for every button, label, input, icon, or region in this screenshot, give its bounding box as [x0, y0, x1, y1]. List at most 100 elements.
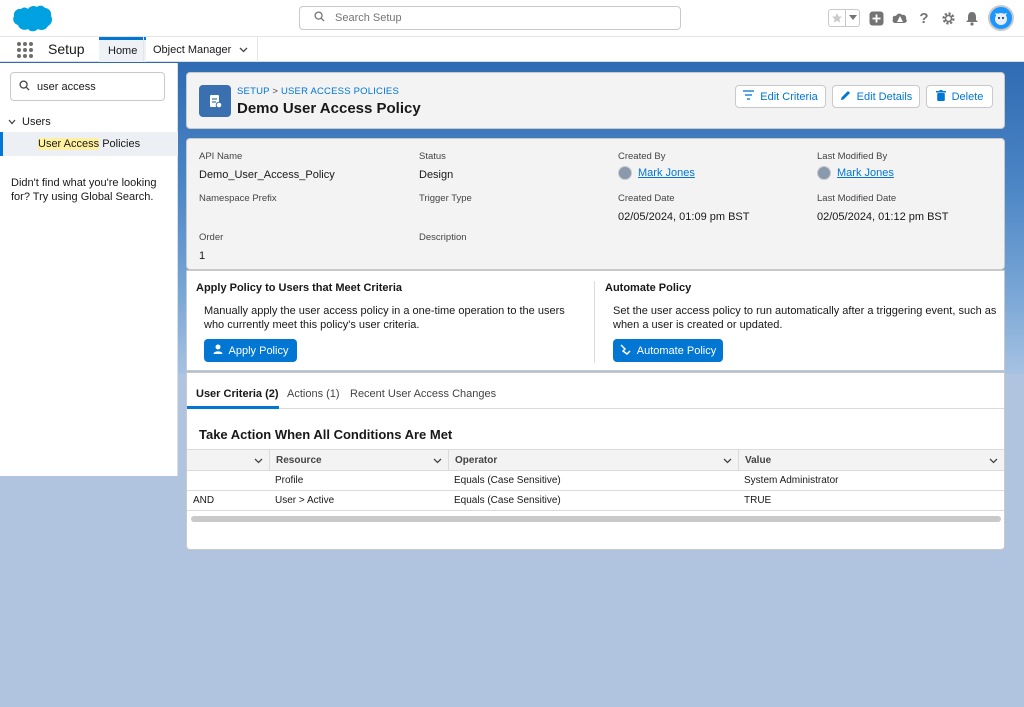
section-heading: Automate Policy	[605, 282, 692, 294]
trailhead-icon[interactable]	[892, 10, 908, 26]
page-title: Demo User Access Policy	[237, 100, 421, 117]
edit-details-button[interactable]: Edit Details	[832, 85, 920, 108]
field-order: Order 1	[199, 232, 223, 262]
global-actions-icon[interactable]	[868, 10, 884, 26]
user-name[interactable]: Mark Jones	[638, 167, 695, 179]
column-header-value[interactable]: Value	[738, 450, 1004, 470]
field-value: 02/05/2024, 01:12 pm BST	[817, 211, 949, 223]
field-label: Last Modified By	[817, 151, 888, 162]
quick-find-value: user access	[37, 80, 96, 93]
setup-search-input[interactable]: Search Setup	[299, 6, 681, 30]
field-status: Status Design	[419, 151, 453, 181]
app-launcher-icon[interactable]	[17, 42, 33, 58]
field-created-date: Created Date 02/05/2024, 01:09 pm BST	[618, 193, 749, 223]
user-access-policy-icon	[199, 85, 231, 117]
field-label: Created Date	[618, 193, 675, 204]
chevron-down-icon[interactable]	[723, 456, 732, 467]
active-tab-indicator	[187, 406, 279, 409]
table-row: Profile Equals (Case Sensitive) System A…	[187, 471, 1004, 491]
table-header-row: Resource Operator Value	[187, 449, 1004, 471]
notifications-bell-icon[interactable]	[964, 10, 980, 26]
cell-resource: User > Active	[275, 495, 335, 506]
nav-tab-home[interactable]: Home	[99, 37, 147, 62]
column-header-resource[interactable]: Resource	[269, 450, 448, 470]
cell-resource: Profile	[275, 475, 304, 486]
record-header: SETUP > USER ACCESS POLICIES Demo User A…	[186, 72, 1005, 129]
field-label: Namespace Prefix	[199, 193, 277, 204]
edit-criteria-button[interactable]: Edit Criteria	[735, 85, 826, 108]
help-icon[interactable]: ?	[916, 10, 932, 27]
nav-tab-object-manager[interactable]: Object Manager	[143, 37, 259, 62]
setup-gear-icon[interactable]	[940, 10, 956, 26]
chevron-down-icon[interactable]	[8, 116, 22, 128]
field-label: Order	[199, 232, 224, 243]
chevron-down-icon[interactable]	[433, 456, 442, 467]
section-description: Manually apply the user access policy in…	[204, 305, 565, 331]
nav-tab-label: Home	[108, 45, 138, 57]
field-label: Status	[419, 151, 446, 162]
record-details: API Name Demo_User_Access_Policy Status …	[186, 138, 1005, 270]
created-by-user-link[interactable]: Mark Jones	[618, 166, 695, 180]
button-label: Apply Policy	[228, 344, 289, 357]
field-label: API Name	[199, 151, 243, 162]
app-name: Setup	[48, 41, 85, 57]
apply-policy-section: Apply Policy to Users that Meet Criteria…	[187, 271, 594, 371]
column-header-operator[interactable]: Operator	[448, 450, 738, 470]
search-placeholder: Search Setup	[335, 12, 402, 24]
search-icon	[314, 11, 335, 25]
delete-button[interactable]: Delete	[926, 85, 993, 108]
field-namespace-prefix: Namespace Prefix	[199, 193, 277, 204]
trash-icon	[935, 89, 946, 104]
related-tabs-card: User Criteria (2) Actions (1) Recent Use…	[186, 372, 1005, 550]
criteria-title: Take Action When All Conditions Are Met	[199, 427, 453, 442]
field-last-modified-by: Last Modified By Mark Jones	[817, 151, 894, 180]
favorites-star-icon[interactable]	[829, 10, 846, 26]
field-api-name: API Name Demo_User_Access_Policy	[199, 151, 335, 181]
button-label: Edit Details	[856, 90, 913, 103]
tree-node-users[interactable]: Users	[8, 116, 51, 128]
automate-policy-button[interactable]: Automate Policy	[613, 339, 723, 362]
apply-policy-button[interactable]: Apply Policy	[204, 339, 297, 362]
field-trigger-type: Trigger Type	[419, 193, 472, 204]
tree-item-user-access-policies[interactable]: User Access Policies	[0, 132, 178, 156]
chevron-down-icon[interactable]	[231, 44, 248, 56]
button-label: Automate Policy	[636, 344, 717, 357]
quick-find-input[interactable]: user access	[10, 72, 165, 101]
field-value: 1	[199, 250, 206, 262]
breadcrumb-separator: >	[272, 86, 279, 97]
cell-connector	[187, 471, 269, 490]
section-heading: Apply Policy to Users that Meet Criteria	[196, 282, 402, 294]
tab-user-criteria[interactable]: User Criteria (2)	[196, 388, 279, 400]
table-row: AND User > Active Equals (Case Sensitive…	[187, 491, 1004, 511]
chevron-down-icon[interactable]	[989, 456, 998, 467]
column-header-connector[interactable]	[187, 450, 269, 470]
cell-value: System Administrator	[744, 475, 839, 486]
field-label: Trigger Type	[419, 193, 472, 204]
app-navigation-bar: Setup Home Object Manager	[0, 36, 1024, 62]
salesforce-logo[interactable]	[10, 4, 54, 34]
field-last-modified-date: Last Modified Date 02/05/2024, 01:12 pm …	[817, 193, 948, 223]
policy-actions-panel: Apply Policy to Users that Meet Criteria…	[186, 270, 1005, 371]
last-modified-by-user-link[interactable]: Mark Jones	[817, 166, 894, 180]
field-value: Design	[419, 169, 454, 181]
field-label: Last Modified Date	[817, 193, 897, 204]
tab-actions[interactable]: Actions (1)	[287, 388, 340, 400]
field-value: 02/05/2024, 01:09 pm BST	[618, 211, 750, 223]
user-name[interactable]: Mark Jones	[837, 167, 894, 179]
field-label: Description	[419, 232, 467, 243]
favorites-group[interactable]	[828, 9, 860, 27]
favorites-list-icon[interactable]	[846, 10, 859, 26]
breadcrumb-setup[interactable]: SETUP	[237, 86, 270, 97]
search-highlight: User Access	[38, 138, 100, 150]
horizontal-scrollbar[interactable]	[191, 516, 1001, 522]
global-search-hint: Didn't find what you're looking for? Try…	[11, 177, 157, 203]
tab-recent-user-access-changes[interactable]: Recent User Access Changes	[350, 388, 496, 400]
chevron-down-icon[interactable]	[254, 456, 263, 467]
user-icon	[213, 344, 223, 357]
user-avatar[interactable]	[988, 5, 1014, 31]
flow-icon	[620, 343, 631, 358]
tree-node-label: Users	[22, 116, 51, 128]
global-header: Search Setup ?	[0, 0, 1024, 36]
breadcrumb-user-access-policies[interactable]: USER ACCESS POLICIES	[281, 86, 399, 97]
button-label: Edit Criteria	[760, 90, 818, 103]
